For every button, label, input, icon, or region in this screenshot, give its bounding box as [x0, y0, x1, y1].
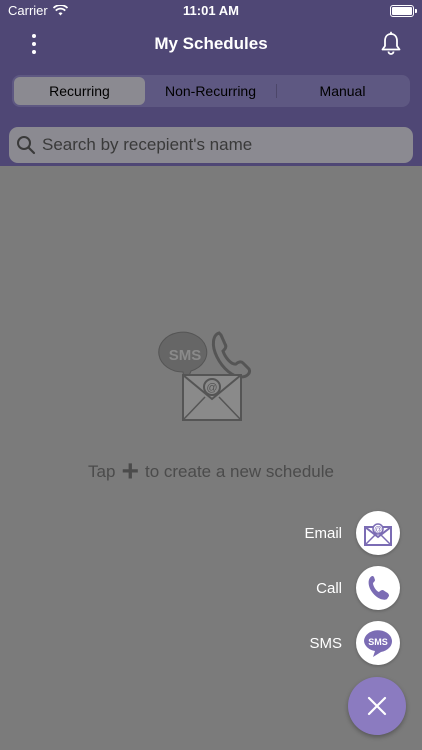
fab-sms-button[interactable]: SMS — [356, 621, 400, 665]
nav-bar: My Schedules — [0, 22, 422, 66]
sms-icon: SMS — [364, 630, 392, 657]
bell-icon[interactable] — [378, 31, 404, 57]
email-icon: @ — [364, 523, 392, 546]
phone-icon — [368, 576, 389, 600]
svg-text:@: @ — [206, 382, 217, 394]
battery-icon — [390, 5, 417, 17]
fab-action-call[interactable]: Call — [316, 566, 400, 610]
empty-state-prefix: Tap — [88, 462, 116, 481]
plus-icon: + — [121, 455, 139, 488]
fab-email-label: Email — [304, 524, 342, 542]
search-input[interactable] — [40, 134, 413, 156]
search-icon — [17, 136, 36, 155]
clock: 11:01 AM — [183, 3, 239, 18]
segment-manual[interactable]: Manual — [277, 77, 408, 105]
empty-state-message: Tap + to create a new schedule — [0, 455, 422, 488]
svg-text:@: @ — [374, 525, 382, 534]
header: Carrier 11:01 AM My Schedules Recurring … — [0, 0, 422, 166]
fab-action-sms[interactable]: SMS SMS — [309, 621, 400, 665]
fab-email-button[interactable]: @ — [356, 511, 400, 555]
fab-sms-label: SMS — [309, 634, 342, 652]
sms-badge-text: SMS — [169, 347, 202, 364]
status-bar: Carrier 11:01 AM — [0, 0, 422, 22]
schedule-type-segmented-control: Recurring Non-Recurring Manual — [12, 75, 410, 107]
sms-icon-text: SMS — [368, 637, 388, 647]
fab-action-email[interactable]: Email @ — [304, 511, 400, 555]
fab-call-button[interactable] — [356, 566, 400, 610]
page-title: My Schedules — [154, 34, 268, 53]
search-bar — [9, 127, 413, 163]
empty-schedule-illustration: SMS @ — [158, 331, 251, 421]
fab-call-label: Call — [316, 579, 342, 597]
close-icon — [367, 696, 387, 716]
fab-close-button[interactable] — [348, 677, 406, 735]
empty-state-suffix: to create a new schedule — [144, 462, 334, 481]
segment-non-recurring[interactable]: Non-Recurring — [145, 77, 276, 105]
segment-recurring[interactable]: Recurring — [14, 77, 145, 105]
